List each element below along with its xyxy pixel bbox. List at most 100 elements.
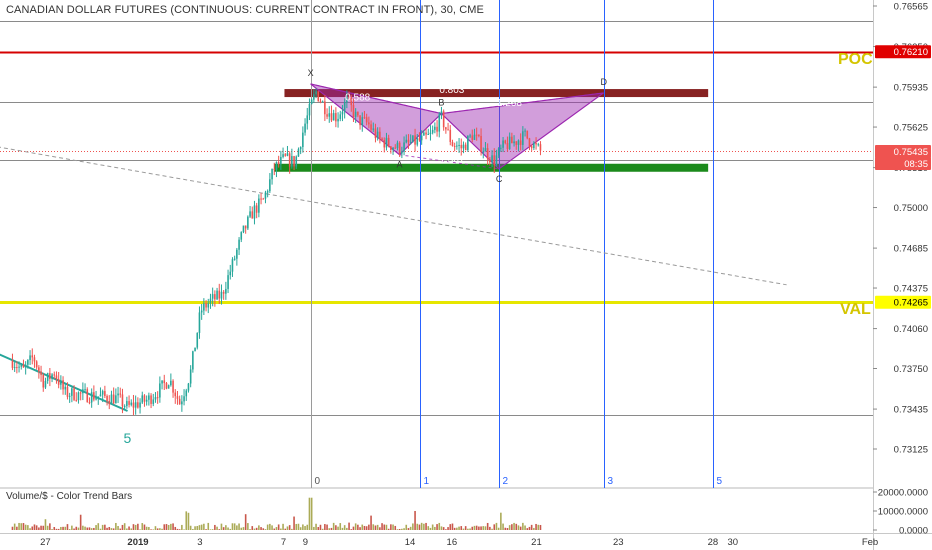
candle-body xyxy=(194,347,196,352)
volume-bar xyxy=(480,526,482,530)
candle-body xyxy=(471,135,474,140)
volume-bar xyxy=(112,528,115,530)
candle-body xyxy=(447,129,449,131)
volume-bar xyxy=(31,526,34,530)
candle-body xyxy=(407,139,410,143)
volume-bar xyxy=(200,524,203,530)
volume-bar xyxy=(491,528,493,530)
volume-bar xyxy=(385,524,388,530)
candle-body xyxy=(216,290,218,300)
volume-bar xyxy=(420,522,423,530)
volume-bar xyxy=(383,524,386,530)
volume-bar xyxy=(302,524,304,530)
candle-body xyxy=(207,303,210,308)
candle-body xyxy=(64,386,67,390)
volume-bar xyxy=(154,526,157,530)
volume-bar xyxy=(359,527,361,530)
pattern-point-c: C xyxy=(496,174,503,184)
volume-bar xyxy=(286,526,289,530)
candle-body xyxy=(381,138,383,140)
volume-bar xyxy=(295,523,298,530)
volume-bar xyxy=(469,528,471,530)
cycle-label-0: 0 xyxy=(315,476,321,487)
candle-body xyxy=(97,396,100,398)
volume-bar xyxy=(376,524,379,530)
volume-bar xyxy=(315,523,317,530)
volume-bar xyxy=(506,528,509,530)
candle-body xyxy=(123,406,126,408)
price-tick-label: 0.74685 xyxy=(894,244,928,255)
candle-body xyxy=(343,102,346,112)
volume-bar xyxy=(139,529,141,530)
price-chart[interactable]: 01235 XABCD0.5880.8031.2681.3615 0.76565… xyxy=(0,0,932,550)
volume-bar xyxy=(35,525,38,530)
candle-body xyxy=(86,389,89,403)
candle-body xyxy=(262,198,265,200)
volume-bar xyxy=(75,526,78,530)
volume-bar xyxy=(482,526,485,530)
volume-bar xyxy=(343,525,346,530)
candle-body xyxy=(77,392,80,401)
candle-body xyxy=(425,132,427,135)
candle-body xyxy=(253,205,256,219)
time-tick-label: 2019 xyxy=(127,537,148,548)
volume-bar xyxy=(97,523,100,530)
volume-bar xyxy=(33,524,36,530)
candle-body xyxy=(51,374,53,379)
volume-bar xyxy=(423,523,425,530)
volume-bar xyxy=(440,526,443,530)
candle-body xyxy=(464,144,467,151)
candle-body xyxy=(108,401,111,404)
volume-bar xyxy=(130,528,133,530)
price-tick-label: 0.73435 xyxy=(894,405,928,416)
time-tick-label: 27 xyxy=(40,537,51,548)
candle-body xyxy=(24,364,27,368)
volume-bar xyxy=(445,529,447,530)
candle-body xyxy=(359,115,361,126)
volume-bar xyxy=(269,523,271,530)
volume-bar xyxy=(539,524,542,530)
candle-body xyxy=(231,259,234,272)
volume-bar xyxy=(416,523,419,530)
volume-bar xyxy=(93,527,95,530)
candle-body xyxy=(302,132,304,148)
candle-body xyxy=(537,144,540,146)
candle-body xyxy=(291,156,293,167)
candle-body xyxy=(189,369,192,384)
candle-body xyxy=(429,132,432,135)
candle-body xyxy=(436,126,438,132)
candle-body xyxy=(82,389,84,394)
candle-body xyxy=(352,105,355,117)
candle-body xyxy=(161,380,163,384)
volume-bar xyxy=(71,525,73,530)
wave-label: 5 xyxy=(124,430,132,446)
candle-body xyxy=(31,355,34,358)
candle-body xyxy=(515,141,518,145)
volume-bar xyxy=(117,526,119,530)
volume-bar xyxy=(264,529,267,530)
volume-bar xyxy=(387,528,390,530)
volume-bar xyxy=(203,523,205,530)
volume-bar xyxy=(493,524,496,530)
candle-body xyxy=(38,367,40,372)
volume-bar xyxy=(172,523,174,530)
candle-body xyxy=(277,162,280,165)
candle-body xyxy=(293,156,295,167)
volume-bar xyxy=(126,528,128,530)
candle-body xyxy=(71,388,73,396)
candle-body xyxy=(258,198,260,213)
volume-bar xyxy=(326,524,328,530)
candle-body xyxy=(394,147,397,149)
candle-body xyxy=(354,111,357,117)
candle-body xyxy=(183,396,185,402)
volume-bar xyxy=(240,527,243,530)
volume-bar xyxy=(178,529,181,530)
time-tick-label: 21 xyxy=(531,537,542,548)
candle-body xyxy=(319,101,322,103)
volume-bar xyxy=(354,523,357,530)
volume-bar xyxy=(82,525,84,530)
time-tick-label: 3 xyxy=(197,537,202,548)
volume-bar xyxy=(282,523,284,530)
candle-body xyxy=(341,111,344,115)
chart-title: CANADIAN DOLLAR FUTURES (CONTINUOUS: CUR… xyxy=(6,4,484,16)
